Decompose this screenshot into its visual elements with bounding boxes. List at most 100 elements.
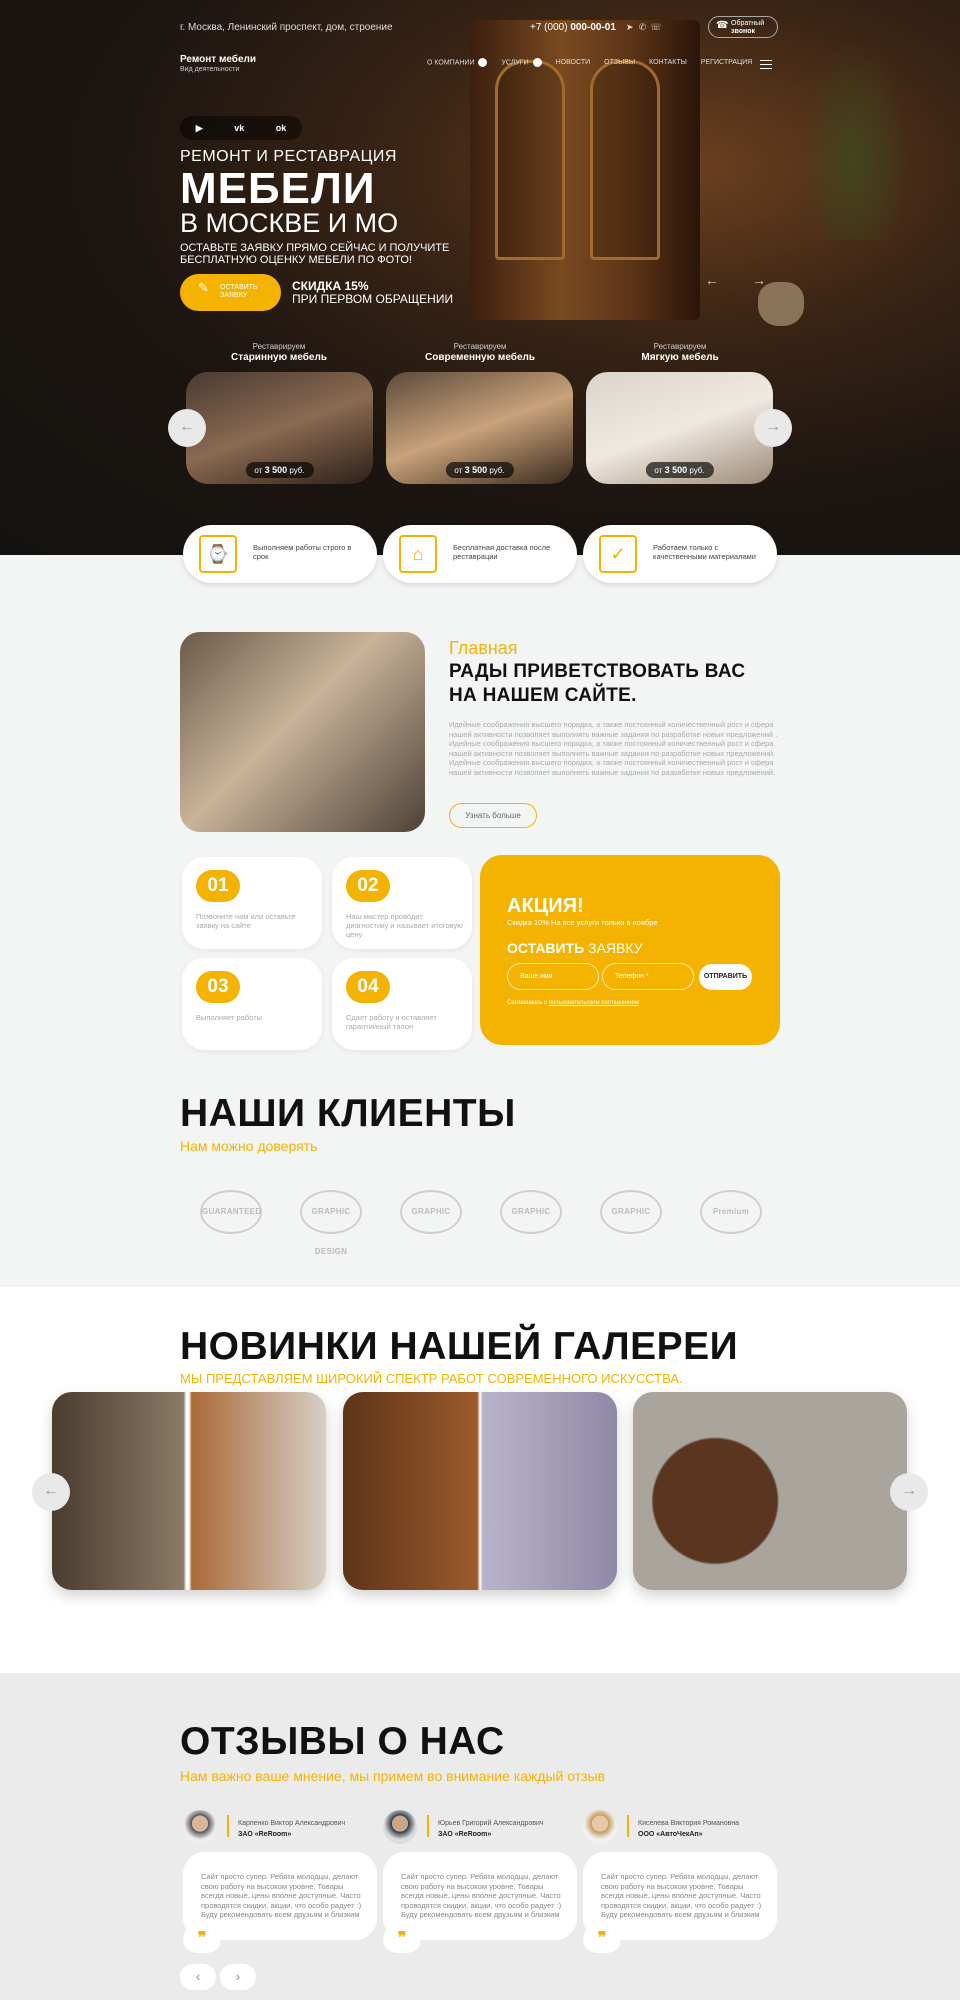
tools-icon: ✓: [599, 535, 637, 573]
agreement-link[interactable]: пользовательским соглашением: [549, 1000, 639, 1006]
callback-button[interactable]: ☎ Обратный звонок: [708, 16, 778, 38]
reviewer-company: ЗАО «ReRoom»: [438, 1831, 492, 1838]
promo-order-title: ОСТАВИТЬ ЗАЯВКУ: [507, 940, 643, 956]
feature-card: ⌚ Выполняем работы строго в срок: [183, 525, 377, 583]
reviews-title: ОТЗЫВЫ О НАС: [180, 1720, 505, 1763]
clock-icon: ⌚: [199, 535, 237, 573]
divider: [627, 1815, 629, 1837]
nav-item-reviews[interactable]: ОТЗЫВЫ: [604, 59, 635, 66]
promo-title: АКЦИЯ!: [507, 895, 584, 917]
step-card: 02 Наш мастер проводит диагностику и назы…: [332, 857, 472, 949]
agreement-text: Соглашаюсь с пользовательским соглашение…: [507, 1000, 639, 1006]
gallery-item-cabinet[interactable]: [343, 1392, 617, 1590]
feature-card: ✓ Работаем только с качественными матери…: [583, 525, 777, 583]
reviews-next-arrow-icon[interactable]: ›: [220, 1964, 256, 1990]
client-logo: GRAPHIC: [600, 1190, 662, 1234]
promo-subtitle: Скидка 10% На все услуги только в ноябре: [507, 918, 658, 927]
divider: [427, 1815, 429, 1837]
hero-next-arrow-icon[interactable]: →: [752, 272, 766, 288]
category-pre: Реставрируем: [453, 342, 507, 351]
discount-title: СКИДКА 15%: [292, 279, 369, 293]
logo-subtitle: Вид деятельности: [180, 66, 240, 73]
dropdown-dot-icon: [478, 58, 488, 67]
reviews-prev-arrow-icon[interactable]: ‹: [180, 1964, 216, 1990]
quote-icon: ❞: [183, 1925, 221, 1953]
clients-title: НАШИ КЛИЕНТЫ: [180, 1092, 516, 1135]
hero-plant-image: [800, 40, 910, 240]
hero-subtitle: В МОСКВЕ И МО: [180, 208, 399, 238]
gallery-item-tables[interactable]: [633, 1392, 907, 1590]
discount-text: ПРИ ПЕРВОМ ОБРАЩЕНИИ: [292, 292, 454, 306]
reviewer-name: Киселева Виктория Романовна: [638, 1820, 740, 1827]
nav-item-contacts[interactable]: КОНТАКТЫ: [649, 59, 687, 66]
social-links: ▶ vk ok: [180, 116, 302, 140]
about-title: РАДЫ ПРИВЕТСТВОВАТЬ ВАС НА НАШЕМ САЙТЕ.: [449, 661, 746, 706]
category-card-antique[interactable]: от 3 500 руб.: [186, 372, 373, 484]
name-input[interactable]: Ваше имя: [507, 963, 599, 990]
category-pre: Реставрируем: [252, 342, 306, 351]
youtube-icon[interactable]: ▶: [196, 123, 203, 134]
reviewer-company: ООО «АвтоЧекАп»: [638, 1831, 703, 1838]
gallery-prev-arrow-icon[interactable]: ←: [32, 1473, 70, 1511]
odnoklassniki-icon[interactable]: ok: [276, 123, 287, 133]
price-badge: от 3 500 руб.: [645, 462, 714, 478]
viber-icon[interactable]: ☏: [650, 22, 661, 32]
hero-prev-arrow-icon[interactable]: ←: [705, 272, 719, 288]
avatar: [383, 1810, 417, 1844]
learn-more-button[interactable]: Узнать больше: [449, 803, 537, 828]
category-card-soft[interactable]: от 3 500 руб.: [586, 372, 773, 484]
phone[interactable]: +7 (000) 000-00-01 ➤ ✆ ☏: [530, 22, 662, 33]
price-badge: от 3 500 руб.: [245, 462, 314, 478]
category-name[interactable]: Мягкую мебель: [600, 352, 760, 363]
about-text: Идейные соображения высшего порядка, а т…: [449, 720, 778, 777]
avatar: [583, 1810, 617, 1844]
whatsapp-icon[interactable]: ✆: [637, 22, 647, 32]
gallery-item-chairs[interactable]: [52, 1392, 326, 1590]
address: г. Москва, Ленинский проспект, дом, стро…: [180, 22, 393, 33]
category-card-modern[interactable]: от 3 500 руб.: [386, 372, 573, 484]
category-prev-arrow-icon[interactable]: ←: [168, 409, 206, 447]
gallery-subtitle: МЫ ПРЕДСТАВЛЯЕМ ШИРОКИЙ СПЕКТР РАБОТ СОВ…: [180, 1371, 683, 1386]
step-card: 04 Сдает работу и оставляет гарантийный т…: [332, 958, 472, 1050]
leave-request-button[interactable]: ✎ ОСТАВИТЬ ЗАЯВКУ: [180, 274, 281, 311]
reviewer-company: ЗАО «ReRoom»: [238, 1831, 292, 1838]
nav-item-news[interactable]: НОВОСТИ: [556, 59, 591, 66]
client-logo: GUARANTEED: [200, 1190, 262, 1234]
client-logo: GRAPHIC DESIGN: [300, 1190, 362, 1256]
logo-title[interactable]: Ремонт мебели: [180, 54, 256, 65]
category-next-arrow-icon[interactable]: →: [754, 409, 792, 447]
pen-icon: ✎: [198, 280, 209, 295]
gallery-title: НОВИНКИ НАШЕЙ ГАЛЕРЕИ: [180, 1325, 739, 1368]
carpenter-photo: [180, 632, 425, 832]
hero-description: ОСТАВЬТЕ ЗАЯВКУ ПРЯМО СЕЙЧАС И ПОЛУЧИТЕ Б…: [180, 242, 450, 266]
category-name[interactable]: Современную мебель: [400, 352, 560, 363]
nav-item-about[interactable]: О КОМПАНИИ: [427, 58, 488, 67]
telegram-icon[interactable]: ➤: [625, 22, 635, 32]
category-name[interactable]: Старинную мебель: [199, 352, 359, 363]
phone-input[interactable]: Телефон *: [602, 963, 694, 990]
step-card: 03 Выполняет работы: [182, 958, 322, 1050]
menu-icon[interactable]: [760, 60, 772, 69]
submit-button[interactable]: ОТПРАВИТЬ: [699, 964, 752, 990]
about-label: Главная: [449, 638, 518, 658]
client-logo: Premium: [700, 1190, 762, 1234]
category-pre: Реставрируем: [653, 342, 707, 351]
phone-icon: ☎: [716, 20, 729, 31]
quote-icon: ❞: [383, 1925, 421, 1953]
client-logo: GRAPHIC: [500, 1190, 562, 1234]
reviewer-name: Юрьев Григорий Александрович: [438, 1820, 544, 1827]
vk-icon[interactable]: vk: [234, 123, 244, 133]
step-card: 01 Позвоните нам или оставьте заявку на с…: [182, 857, 322, 949]
dropdown-dot-icon: [532, 58, 542, 67]
price-badge: от 3 500 руб.: [445, 462, 514, 478]
gallery-next-arrow-icon[interactable]: →: [890, 1473, 928, 1511]
hero-vase-image: [758, 282, 804, 326]
reviews-subtitle: Нам важно ваше мнение, мы примем во вним…: [180, 1768, 606, 1784]
feature-card: ⌂ Бесплатная доставка после реставрации: [383, 525, 577, 583]
quote-icon: ❞: [583, 1925, 621, 1953]
nav-item-services[interactable]: УСЛУГИ: [501, 58, 542, 67]
avatar: [183, 1810, 217, 1844]
client-logo: GRAPHIC: [400, 1190, 462, 1234]
main-nav: О КОМПАНИИ УСЛУГИ НОВОСТИ ОТЗЫВЫ КОНТАКТ…: [427, 58, 752, 67]
nav-item-registration[interactable]: РЕГИСТРАЦИЯ: [701, 59, 752, 66]
